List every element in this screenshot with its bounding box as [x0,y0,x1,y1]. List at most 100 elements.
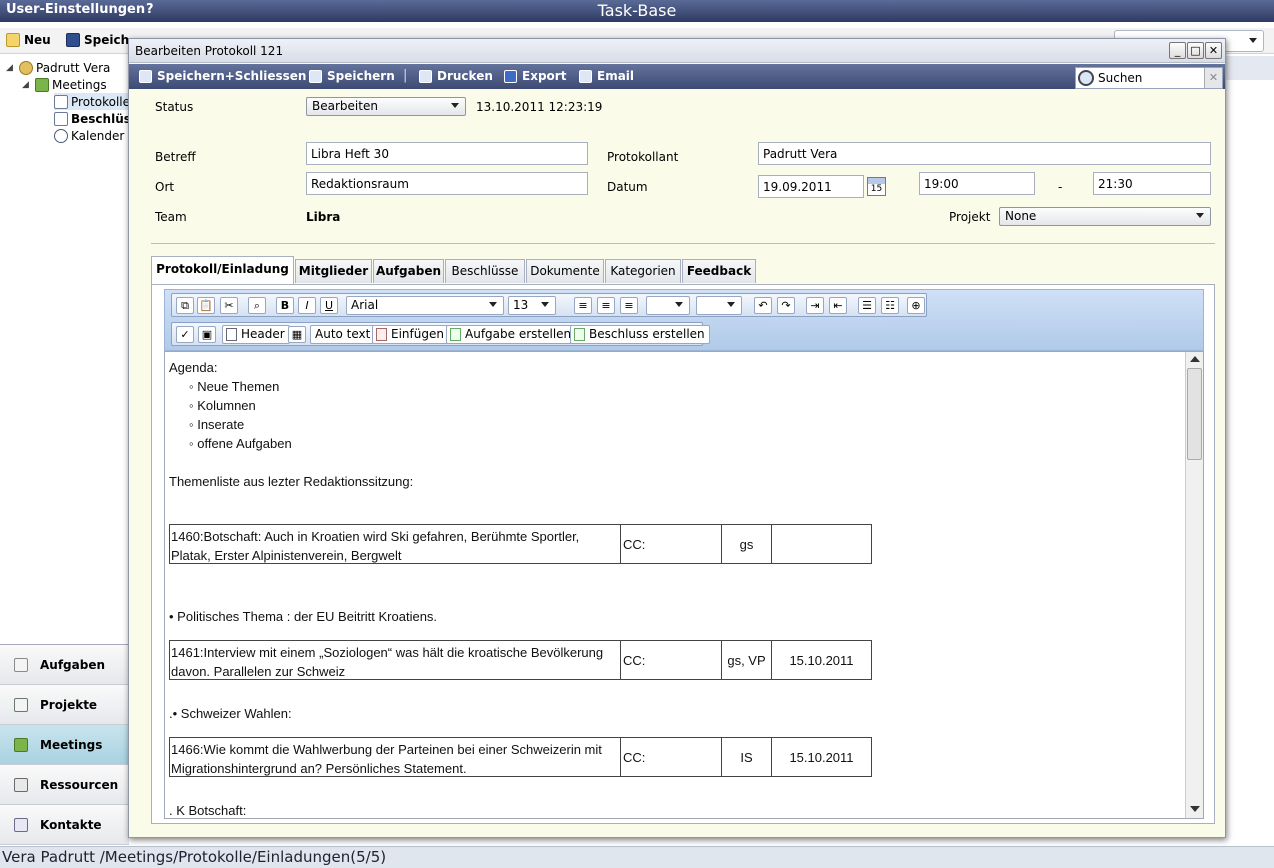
header-button[interactable]: Header [222,325,290,344]
underline-button[interactable]: U [320,297,338,314]
chevron-down-icon [727,302,735,307]
print-button[interactable]: Drucken [419,69,493,83]
save-close-button[interactable]: Speichern+Schliessen [139,69,306,83]
align-right-icon[interactable]: ≡ [620,297,638,314]
tab-beschluesse[interactable]: Beschlüsse [445,259,525,283]
betreff-input[interactable]: Libra Heft 30 [306,142,588,165]
contacts-icon [14,817,28,832]
new-button[interactable]: Neu [6,33,51,47]
date-cell: 15.10.2011 [771,738,871,776]
find-icon[interactable]: ⌕ [248,297,266,314]
start-time-input[interactable]: 19:00 [919,172,1035,195]
calendar-icon[interactable]: 15 [867,177,886,196]
tab-dokumente[interactable]: Dokumente [526,259,604,283]
save-button[interactable]: Speichern [309,69,395,83]
search-input[interactable]: Suchen [1098,71,1142,85]
create-task-button[interactable]: Aufgabe erstellen [446,325,577,344]
copy-icon[interactable]: ⧉ [176,297,194,314]
hyperlink-icon[interactable]: ⊕ [907,297,925,314]
tree-node-meetings[interactable]: ◢ Meetings [22,76,107,93]
date-input[interactable]: 19.09.2011 [758,175,864,198]
cut-icon[interactable]: ✂ [220,297,238,314]
end-time-input[interactable]: 21:30 [1093,172,1211,195]
spellcheck-icon[interactable]: ✓ [176,326,194,343]
redo-icon[interactable]: ↷ [777,297,795,314]
scroll-thumb[interactable] [1187,368,1202,460]
bold-button[interactable]: B [276,297,294,314]
background-panel [1226,56,1274,80]
table-icon[interactable]: ▦ [288,326,306,343]
create-decision-button[interactable]: Beschluss erstellen [570,325,710,344]
row-text: 1461:Interview mit einem „Soziologen“ wa… [171,645,604,679]
nav-projekte[interactable]: Projekte [0,685,129,725]
close-button[interactable]: ✕ [1205,42,1222,59]
tab-feedback[interactable]: Feedback [682,259,756,283]
nav-aufgaben[interactable]: Aufgaben [0,645,129,685]
document-list-icon [54,111,68,126]
time-separator: - [1058,180,1063,194]
bullet-list-icon[interactable]: ☰ [858,297,876,314]
tasks-icon [14,657,28,672]
module-navigation: Aufgaben Projekte Meetings Ressourcen Ko… [0,644,129,845]
tree-node-kalender[interactable]: Kalender [54,127,124,144]
tree-node-user[interactable]: ◢ Padrutt Vera [6,59,110,76]
align-left-icon[interactable]: ≡ [574,297,592,314]
who-cell: gs, VP [721,641,771,679]
date-cell [771,525,871,563]
undo-icon[interactable]: ↶ [754,297,772,314]
vertical-scrollbar[interactable] [1185,352,1203,818]
paste-icon[interactable]: 📋 [197,297,215,314]
indent-icon[interactable]: ⇥ [806,297,824,314]
autotext-button[interactable]: Auto text [310,325,376,344]
scroll-up-icon[interactable] [1190,356,1200,362]
row-text: 1460:Botschaft: Auch in Kroatien wird Sk… [171,529,580,563]
tree-node-protokolle[interactable]: Protokolle [54,93,130,110]
k-botschaft-text: . K Botschaft: [169,803,247,818]
clear-search-icon[interactable]: ✕ [1204,68,1222,88]
meetings-icon [14,737,28,752]
nav-ressourcen[interactable]: Ressourcen [0,765,129,805]
dialog-title: Bearbeiten Protokoll 121 [135,44,284,58]
fill-select[interactable] [696,296,742,315]
insert-button[interactable]: Einfügen [372,325,449,344]
border-select[interactable] [646,296,690,315]
scroll-down-icon[interactable] [1190,806,1200,812]
document-icon [54,94,68,109]
minimize-button[interactable]: _ [1169,42,1186,59]
format-toolbar: ⧉ 📋 ✂ ⌕ B I U Arial 13 ≡ ≡ ≡ ↶ ↷ ⇥ ⇤ ☰ ☷ [171,293,927,317]
font-select[interactable]: Arial [346,296,504,315]
list-item: ◦ Kolumnen [189,398,256,413]
align-center-icon[interactable]: ≡ [597,297,615,314]
protokollant-input[interactable]: Padrutt Vera [758,142,1211,165]
chevron-down-icon [1196,213,1204,218]
export-button[interactable]: Export [504,69,566,83]
rich-text-editor[interactable]: Agenda: ◦ Neue Themen ◦ Kolumnen ◦ Inser… [164,351,1204,819]
email-button[interactable]: Email [579,69,634,83]
italic-button[interactable]: I [298,297,316,314]
ort-input[interactable]: Redaktionsraum [306,172,588,195]
header-icon [226,328,237,341]
dialog-title-bar: Bearbeiten Protokoll 121 _ □ ✕ [129,39,1225,63]
navigation-tree: ◢ Padrutt Vera ◢ Meetings Protokolle Bes… [0,56,146,646]
nav-meetings[interactable]: Meetings [0,725,129,765]
status-select[interactable]: Bearbeiten [306,97,466,116]
tab-aufgaben[interactable]: Aufgaben [373,259,444,283]
numbered-list-icon[interactable]: ☷ [881,297,899,314]
tab-protokoll-einladung[interactable]: Protokoll/Einladung [151,256,294,284]
maximize-button[interactable]: □ [1187,42,1204,59]
nav-kontakte[interactable]: Kontakte [0,805,129,845]
form-divider [151,243,1215,244]
toolbar-separator: | [403,68,408,83]
tab-mitglieder[interactable]: Mitglieder [295,259,372,283]
tab-kategorien[interactable]: Kategorien [605,259,681,283]
font-size-select[interactable]: 13 [508,296,556,315]
who-cell: gs [721,525,771,563]
projekt-select[interactable]: None [999,207,1211,226]
image-icon[interactable]: ▣ [198,326,216,343]
save-button-main[interactable]: Speich [66,33,129,47]
date-cell: 15.10.2011 [771,641,871,679]
tab-panel: ⧉ 📋 ✂ ⌕ B I U Arial 13 ≡ ≡ ≡ ↶ ↷ ⇥ ⇤ ☰ ☷ [151,284,1215,824]
outdent-icon[interactable]: ⇤ [829,297,847,314]
row-text: 1466:Wie kommt die Wahlwerbung der Parte… [171,742,602,776]
clock-icon [54,128,68,143]
